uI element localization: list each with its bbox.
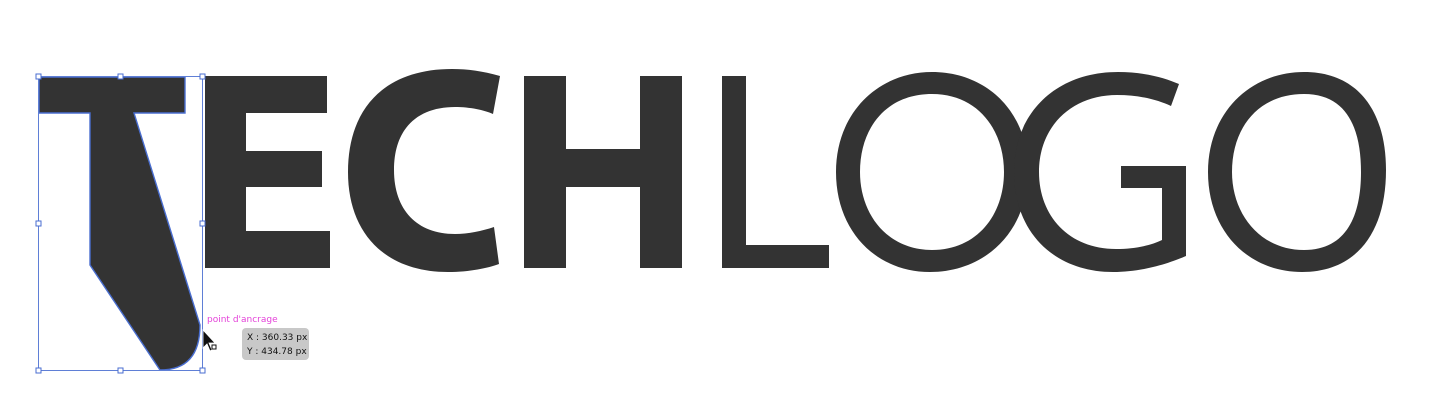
direct-selection-arrow-icon <box>202 328 217 352</box>
letter-e[interactable] <box>205 76 330 268</box>
x-coordinate-text: X : 360.33 px <box>247 333 308 343</box>
letter-l[interactable] <box>722 76 829 268</box>
handle-top-middle[interactable] <box>117 73 124 80</box>
handle-bottom-right[interactable] <box>199 367 206 374</box>
handle-top-right[interactable] <box>199 73 206 80</box>
coordinate-readout: X : 360.33 px Y : 434.78 px <box>242 328 309 360</box>
artboard-canvas[interactable] <box>0 0 1434 404</box>
letter-o-first[interactable] <box>836 72 1028 272</box>
handle-middle-left[interactable] <box>35 220 42 227</box>
handle-top-left[interactable] <box>35 73 42 80</box>
letter-t-path[interactable] <box>39 77 200 370</box>
handle-middle-right[interactable] <box>199 220 206 227</box>
letter-g[interactable] <box>1014 72 1186 272</box>
y-coordinate-text: Y : 434.78 px <box>247 347 307 357</box>
anchor-point-label: point d'ancrage <box>207 315 278 325</box>
handle-bottom-left[interactable] <box>35 367 42 374</box>
letter-o-second[interactable] <box>1208 72 1386 272</box>
letter-h[interactable] <box>524 76 682 268</box>
handle-bottom-middle[interactable] <box>117 367 124 374</box>
letter-c[interactable] <box>348 69 500 272</box>
